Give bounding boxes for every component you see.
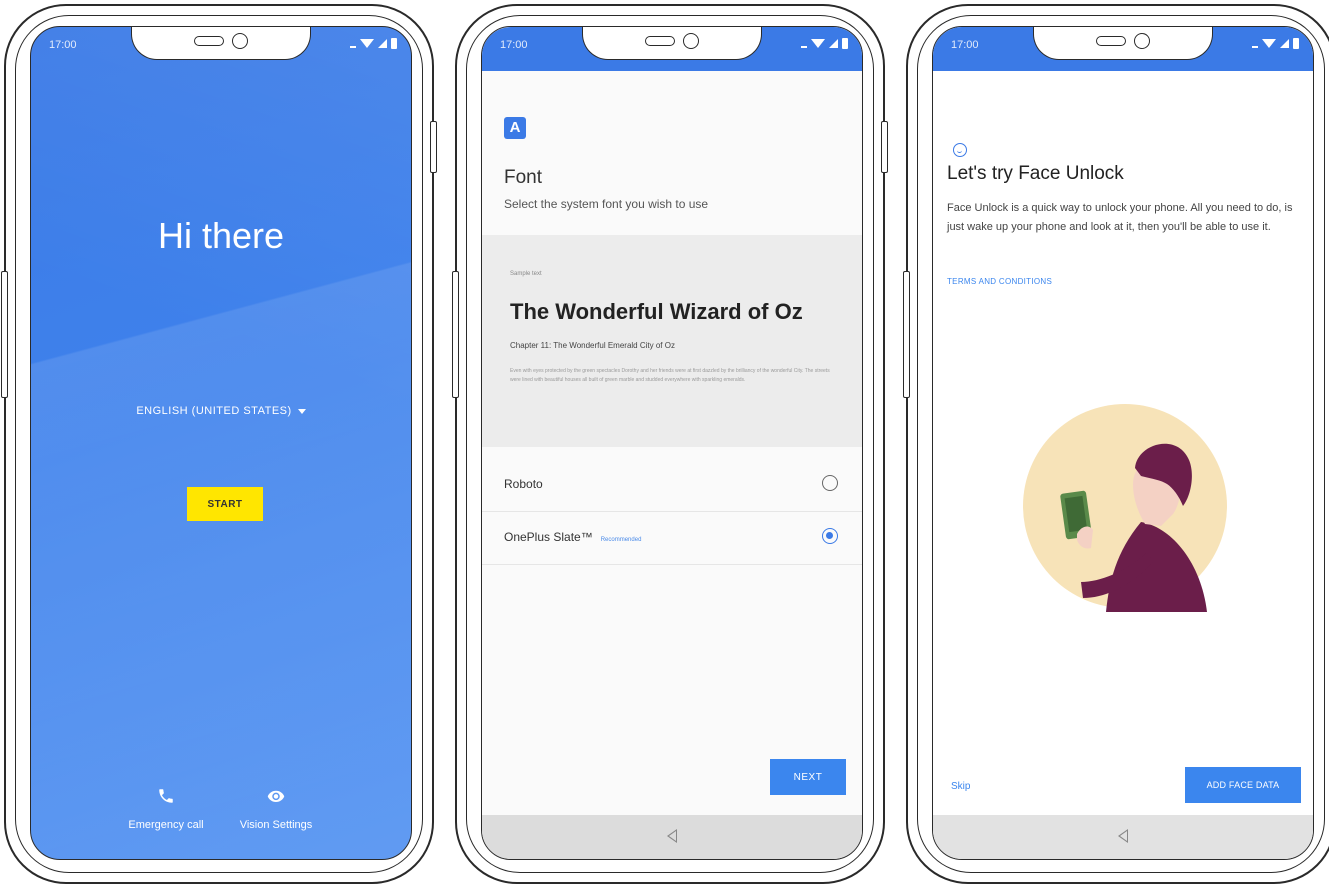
- emergency-call-button[interactable]: Emergency call: [121, 787, 211, 831]
- next-button[interactable]: NEXT: [770, 759, 846, 795]
- emergency-call-label: Emergency call: [128, 819, 204, 831]
- add-face-data-button[interactable]: ADD FACE DATA: [1185, 767, 1301, 803]
- back-triangle-icon[interactable]: [1118, 829, 1128, 843]
- phone-frame-2: 17:00 A Font Select the system font you …: [452, 4, 888, 884]
- phone-notch: [1033, 27, 1213, 60]
- camera-icon: [683, 33, 699, 49]
- language-label: ENGLISH (UNITED STATES): [136, 405, 292, 417]
- battery-icon: [842, 38, 848, 49]
- page-title: Let's try Face Unlock: [947, 163, 1124, 184]
- font-option-oneplus-slate[interactable]: OnePlus Slate™ Recommended: [482, 512, 862, 565]
- camera-icon: [1134, 33, 1150, 49]
- skip-link[interactable]: Skip: [951, 781, 970, 792]
- font-option-label: Roboto: [504, 477, 543, 491]
- screen-welcome: 17:00 Hi there ENGLISH (UNITED STATES) S…: [30, 26, 412, 860]
- cell-signal-icon: [829, 39, 838, 48]
- wifi-icon: [1262, 39, 1276, 48]
- page-subtitle: Select the system font you wish to use: [504, 197, 709, 211]
- sample-chapter: Chapter 11: The Wonderful Emerald City o…: [510, 341, 675, 350]
- status-time: 17:00: [49, 39, 77, 51]
- cell-signal-icon: [378, 39, 387, 48]
- status-time: 17:00: [951, 39, 979, 51]
- font-sample-card: Sample text The Wonderful Wizard of Oz C…: [482, 235, 862, 447]
- navigation-bar: [482, 815, 862, 859]
- status-time: 17:00: [500, 39, 528, 51]
- start-button[interactable]: START: [187, 487, 263, 521]
- speaker-icon: [1096, 36, 1126, 46]
- phone-side-button: [1, 271, 8, 398]
- phone-side-button: [452, 271, 459, 398]
- eye-icon: [266, 787, 286, 811]
- sample-title: The Wonderful Wizard of Oz: [510, 299, 803, 324]
- wifi-icon: [360, 39, 374, 48]
- signal-dash-icon: [801, 45, 807, 48]
- face-smile-icon: [953, 143, 967, 157]
- welcome-title: Hi there: [157, 215, 285, 256]
- phone-notch: [582, 27, 762, 60]
- battery-icon: [1293, 38, 1299, 49]
- wifi-icon: [811, 39, 825, 48]
- screen-face-unlock: 17:00 Let's try Face Unlock Face Unlock …: [932, 26, 1314, 860]
- back-triangle-icon[interactable]: [667, 829, 677, 843]
- radio-checked-icon[interactable]: [822, 528, 838, 544]
- vision-settings-button[interactable]: Vision Settings: [231, 787, 321, 831]
- radio-unchecked-icon[interactable]: [822, 475, 838, 491]
- speaker-icon: [645, 36, 675, 46]
- language-dropdown[interactable]: ENGLISH (UNITED STATES): [31, 405, 411, 417]
- phone-frame-1: 17:00 Hi there ENGLISH (UNITED STATES) S…: [1, 4, 437, 884]
- signal-dash-icon: [350, 45, 356, 48]
- signal-dash-icon: [1252, 45, 1258, 48]
- navigation-bar: [933, 815, 1313, 859]
- phone-notch: [131, 27, 311, 60]
- page-description: Face Unlock is a quick way to unlock you…: [947, 202, 1293, 233]
- font-option-label: OnePlus Slate™ Recommended: [504, 530, 642, 544]
- speaker-icon: [194, 36, 224, 46]
- sample-body: Even with eyes protected by the green sp…: [510, 368, 830, 383]
- sample-caption: Sample text: [510, 271, 542, 277]
- phone-side-button: [430, 121, 437, 173]
- font-icon: A: [504, 117, 526, 139]
- page-title: Font: [504, 167, 543, 188]
- camera-icon: [232, 33, 248, 49]
- phone-icon: [157, 787, 175, 811]
- screen-font: 17:00 A Font Select the system font you …: [481, 26, 863, 860]
- vision-settings-label: Vision Settings: [239, 819, 313, 831]
- font-option-roboto[interactable]: Roboto: [482, 459, 862, 512]
- caret-down-icon: [297, 408, 306, 414]
- face-unlock-illustration: [1023, 404, 1227, 612]
- phone-side-button: [903, 271, 910, 398]
- terms-link[interactable]: TERMS AND CONDITIONS: [947, 277, 1052, 286]
- phone-frame-3: 17:00 Let's try Face Unlock Face Unlock …: [903, 4, 1329, 884]
- phone-side-button: [881, 121, 888, 173]
- battery-icon: [391, 38, 397, 49]
- cell-signal-icon: [1280, 39, 1289, 48]
- recommended-badge: Recommended: [600, 537, 642, 543]
